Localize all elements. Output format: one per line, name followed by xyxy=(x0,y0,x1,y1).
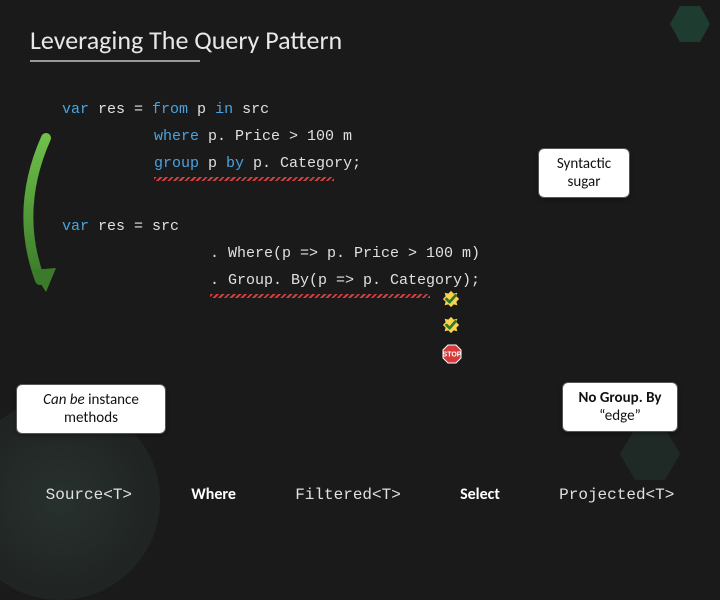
slide-content: Leveraging The Query Pattern var res = f… xyxy=(0,0,720,322)
code-text: res = xyxy=(89,101,152,118)
code-line: where p. Price > 100 m xyxy=(154,123,690,150)
keyword: where xyxy=(154,128,199,145)
keyword: var xyxy=(62,101,89,118)
callout-text: Can be xyxy=(43,391,85,409)
flow-diagram: Source<T> Where Filtered<T> Select Proje… xyxy=(0,485,720,504)
code-line: group p by p. Category; xyxy=(154,150,690,177)
callout-text: No Group. By xyxy=(577,389,663,407)
code-text: src xyxy=(233,101,269,118)
code-text: p xyxy=(199,155,226,172)
title-underline xyxy=(30,60,200,62)
flow-filtered: Filtered<T> xyxy=(295,486,401,504)
keyword: by xyxy=(226,155,244,172)
code-line: . Where(p => p. Price > 100 m) xyxy=(210,240,690,267)
code-block-query-syntax: var res = from p in src where p. Price >… xyxy=(62,96,690,181)
flow-where-label: Where xyxy=(191,485,236,504)
keyword: from xyxy=(152,101,188,118)
error-squiggle xyxy=(154,177,334,181)
decorative-hexagon xyxy=(620,428,680,480)
code-text: p. Category; xyxy=(244,155,361,172)
flow-source: Source<T> xyxy=(46,486,132,504)
code-text: p. Price > 100 m xyxy=(199,128,352,145)
svg-text:STOP: STOP xyxy=(443,352,462,359)
callout-no-groupby-edge: No Group. By “edge” xyxy=(562,382,678,432)
keyword: in xyxy=(215,101,233,118)
callout-text: instance xyxy=(85,391,139,409)
error-squiggle xyxy=(210,294,430,298)
stop-icon: STOP xyxy=(442,344,462,364)
code-line: var res = from p in src xyxy=(62,96,690,123)
flow-select-label: Select xyxy=(460,485,500,504)
callout-instance-methods: Can be instance methods xyxy=(16,384,166,434)
code-block-method-syntax: var res = src . Where(p => p. Price > 10… xyxy=(62,213,690,298)
flow-projected: Projected<T> xyxy=(559,486,674,504)
callout-text: methods xyxy=(31,409,151,427)
slide-title: Leveraging The Query Pattern xyxy=(30,24,690,56)
code-line: var res = src xyxy=(62,213,690,240)
code-text: res = src xyxy=(89,218,179,235)
code-text: p xyxy=(188,101,215,118)
keyword: var xyxy=(62,218,89,235)
code-line: . Group. By(p => p. Category); xyxy=(210,267,690,294)
keyword: group xyxy=(154,155,199,172)
callout-text: “edge” xyxy=(577,407,663,425)
